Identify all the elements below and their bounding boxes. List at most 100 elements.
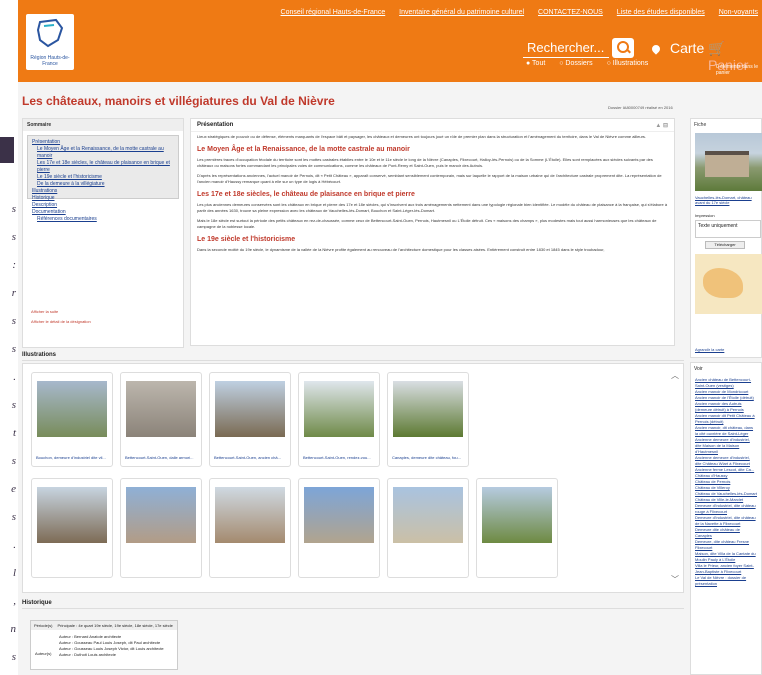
summary-item[interactable]: De la demeure à la villégiature [32,181,174,188]
voir-list: Ancien château de Bettencourt-Saint-Ouen… [691,375,761,589]
voir-item[interactable]: Ancienne demeure d'industriel, dite Mais… [695,437,757,455]
illustration-caption[interactable]: Bettencourt-Saint-Ouen, ancien châ... [214,455,290,460]
carte-label: Carte [670,40,705,56]
photo [393,381,463,437]
radio-dossiers[interactable]: ○ Dossiers [559,60,598,67]
afficher-suite-link[interactable]: Afficher la suite [31,307,91,317]
fiche-photo-caption[interactable]: Vauchelles-lès-Domart, château avant du … [695,195,761,205]
search-icon[interactable] [612,38,634,58]
illustration-thumb[interactable] [387,478,469,578]
voir-item[interactable]: Maison, dite Villa de la Cantate du Moul… [695,551,757,563]
site-header: Région Hauts-de-France Conseil régional … [18,0,762,82]
summary-item[interactable]: Le 19e siècle et l'historicisme [32,174,174,181]
link-inventaire[interactable]: Inventaire général du patrimoine culture… [399,9,524,16]
summary-item[interactable]: Les 17e et 18e siècles, le château de pl… [32,160,174,174]
top-links: Conseil régional Hauts-de-France Inventa… [269,9,758,16]
radio-tout-label: Tout [532,60,546,67]
download-button[interactable]: Télécharger [705,241,745,249]
voir-item[interactable]: Demeure, dite château Fresne Flixecourt [695,539,757,551]
illustration-caption[interactable]: Bouchon, demeure d'industriel dite vil..… [36,455,112,460]
collapse-icon[interactable]: ▲ ⊟ [655,122,668,129]
illustration-thumb[interactable]: Bouchon, demeure d'industriel dite vil..… [31,372,113,467]
illustration-thumb[interactable]: Canaples, demeure dite château, fou... [387,372,469,467]
left-strip-letter: s [11,231,16,243]
location-map[interactable] [695,254,762,314]
summary-item[interactable]: Documentation [32,209,174,216]
illustration-thumb[interactable] [298,478,380,578]
authors-list: Auteur : Bernard Anatole architecte Aute… [59,634,164,658]
illustrations-title: Illustrations [22,352,684,361]
radio-dossiers-label: Dossiers [565,60,593,67]
link-nonvoyants[interactable]: Non-voyants [719,9,758,16]
illustration-caption[interactable]: Canaples, demeure dite château, fou... [392,455,468,460]
illustration-thumb[interactable]: Bettencourt-Saint-Ouen, rendez-vou... [298,372,380,467]
link-conseil[interactable]: Conseil régional Hauts-de-France [281,9,386,16]
illustration-thumb[interactable] [31,478,113,578]
voir-item[interactable]: Demeure d'industriel, dite château rouge… [695,503,757,515]
summary-item[interactable]: Le Moyen Âge et la Renaissance, de la mo… [32,146,174,160]
left-strip-letter: s [11,203,16,215]
impression-label: Impression [695,213,715,218]
print-mode-select[interactable]: Texte uniquement [695,220,761,238]
voir-item[interactable]: Ancien manoir dit Petit Château à Pernoi… [695,413,757,425]
voir-item[interactable]: Ancien manoir, dit château, dans la cité… [695,425,757,437]
presentation-title-text: Présentation [197,122,234,128]
left-strip-letter: t [12,427,16,439]
illustration-thumb[interactable] [120,478,202,578]
summary-item[interactable]: Références documentaires [32,216,174,223]
radio-tout[interactable]: ● Tout [526,60,551,67]
logo-caption: Région Hauts-de-France [30,55,70,67]
authors-label: Auteur(s) [35,651,52,656]
summary-item[interactable]: Historique [32,195,174,202]
afficher-detail-link[interactable]: Afficher le détail de la désignation [31,317,91,327]
historique-table: Période(s) Principale : 4e quart 19e sièc… [30,620,178,670]
paragraph: Mais le 18e siècle est surtout la périod… [197,218,657,229]
paragraph: Les plus anciennes demeures conservées s… [197,202,668,213]
link-etudes[interactable]: Liste des études disponibles [617,9,705,16]
voir-item[interactable]: Villa le Prieur, ancien foyer Saint-Jean… [695,563,757,575]
voir-item[interactable]: Ancienne demeure d'industriel, dite Chât… [695,455,757,467]
scroll-down-icon[interactable]: ﹀ [671,574,679,585]
voir-item[interactable]: Ancien manoir des Autruis (demeure détru… [695,401,757,413]
photo [304,381,374,437]
region-logo[interactable]: Région Hauts-de-France [26,14,74,70]
illustration-thumb[interactable]: Bettencourt-Saint-Ouen, ancien châ... [209,372,291,467]
fiche-photo[interactable] [695,133,762,191]
scroll-up-icon[interactable]: ︿ [671,370,679,381]
summary-panel: Sommaire Présentation Le Moyen Âge et la… [22,118,184,348]
left-strip-letter: r [11,287,16,299]
voir-item[interactable]: Demeure dite château de Canaples [695,527,757,539]
illustration-caption[interactable]: Bettencourt-Saint-Ouen, rendez-vou... [303,455,379,460]
left-strip-letter: . [13,539,16,551]
left-overlay-strip: s s: r s s. s t s e s. l, n s [0,0,18,675]
photo [482,487,552,543]
radio-illustrations[interactable]: ○ Illustrations [607,60,655,67]
section-heading: Les 17e et 18e siècles, le château de pl… [197,191,415,198]
voir-item[interactable]: Le Val de Nièvre : dossier de présentati… [695,575,757,587]
voir-title: Voir [694,366,703,372]
photo [37,381,107,437]
left-strip-letter: s [11,511,16,523]
illustration-caption[interactable]: Bettencourt-Saint-Ouen, dalle armori... [125,455,201,460]
summary-item[interactable]: Description [32,202,174,209]
voir-item[interactable]: Demeure d'industriel, dite château de la… [695,515,757,527]
illustration-thumb[interactable] [476,478,558,578]
search-input[interactable]: Rechercher... [523,38,609,58]
voir-panel: Voir Ancien château de Bettencourt-Saint… [690,362,762,675]
voir-item[interactable]: Ancien château de Bettencourt-Saint-Ouen… [695,377,757,389]
link-contact[interactable]: CONTACTEZ-NOUS [538,9,603,16]
photo [215,381,285,437]
left-strip-letter: e [11,483,16,495]
carte-button[interactable]: Carte [650,40,705,56]
illustration-thumb[interactable]: Bettencourt-Saint-Ouen, dalle armori... [120,372,202,467]
left-strip-letter: s [11,399,16,411]
historique-title: Historique [22,600,684,609]
photo [304,487,374,543]
illustration-thumb[interactable] [209,478,291,578]
author-item[interactable]: Auteur : Duthoit Louis architecte [59,652,164,658]
summary-item[interactable]: Illustrations [32,188,174,195]
summary-item[interactable]: Présentation [32,139,174,146]
photo [126,381,196,437]
enlarge-map-link[interactable]: Agrandir la carte [695,347,724,352]
panier-count: 0 éléments dans le panier [716,64,758,76]
